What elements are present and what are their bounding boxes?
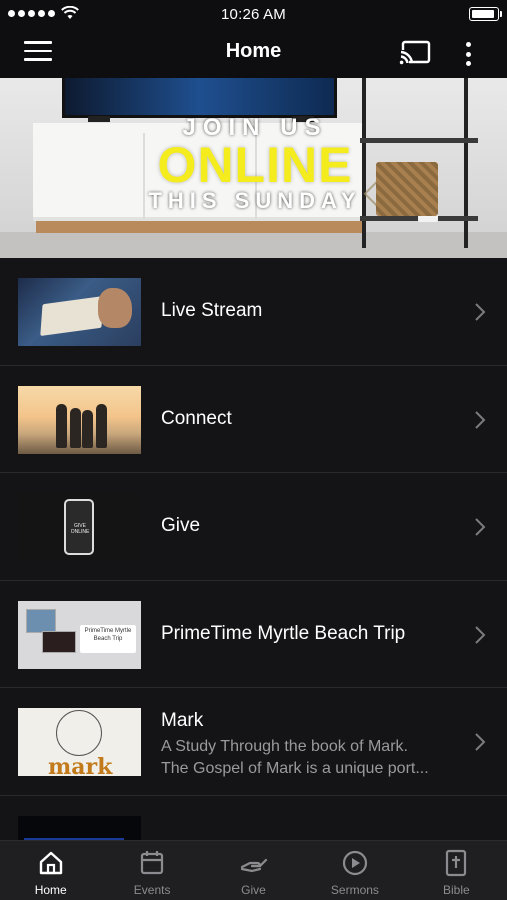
tab-label: Home [34, 883, 67, 897]
join-online-banner[interactable]: JOIN US ONLINE THIS SUNDAY [0, 78, 507, 258]
thumb-sign: PrimeTime Myrtle Beach Trip [80, 624, 136, 653]
bible-reading-thumbnail [18, 278, 141, 346]
bottom-tab-bar: Home Events Give Sermons Bible [0, 840, 507, 900]
tab-label: Events [133, 883, 171, 897]
navigation-bar: Home [0, 28, 507, 78]
bible-icon [446, 849, 467, 877]
signal-dots-icon [8, 9, 55, 17]
giving-hand-icon [240, 858, 267, 873]
chevron-right-icon [475, 518, 486, 536]
tab-home[interactable]: Home [0, 841, 101, 900]
list-item-mark[interactable]: mark Mark A Study Through the book of Ma… [0, 688, 507, 796]
thumb-caption: GIVE ONLINE [70, 523, 90, 535]
list-item-subtitle: A Study Through the book of Mark. The Go… [161, 736, 461, 780]
play-circle-icon [342, 850, 368, 876]
basket-image [376, 162, 438, 216]
status-time: 10:26 AM [221, 5, 286, 23]
subtitle-line-1: A Study Through the book of Mark. [161, 738, 408, 755]
tab-bible[interactable]: Bible [406, 841, 507, 900]
chevron-right-icon [475, 410, 486, 429]
list-item-title: Connect [161, 407, 232, 429]
banner-text: JOIN US ONLINE THIS SUNDAY [140, 114, 370, 214]
more-options-button[interactable] [460, 40, 476, 68]
thumb-word: mark [48, 754, 113, 776]
list-item-partial[interactable] [0, 796, 507, 840]
banner-line-online: ONLINE [157, 137, 353, 193]
tab-label: Bible [442, 883, 470, 897]
subtitle-line-2: The Gospel of Mark is a unique port... [161, 760, 429, 777]
banner-line-sunday: THIS SUNDAY [148, 188, 362, 213]
chevron-right-icon [475, 625, 486, 644]
list-item-live-stream[interactable]: Live Stream [0, 258, 507, 366]
list-item-primetime-trip[interactable]: PrimeTime Myrtle Beach Trip PrimeTime My… [0, 581, 507, 688]
tv-image [62, 78, 337, 118]
chevron-right-icon [475, 303, 486, 321]
battery-icon [469, 7, 502, 21]
tab-give[interactable]: Give [203, 841, 304, 900]
home-content-list: Live Stream Connect GIVE ONLINE Give Pri… [0, 258, 507, 840]
tab-label: Sermons [330, 883, 379, 897]
status-bar: 10:26 AM [0, 0, 507, 28]
tab-label: Give [241, 883, 266, 897]
calendar-icon [141, 851, 164, 875]
wifi-icon [61, 6, 79, 19]
list-item-title: Give [161, 515, 201, 536]
friends-sunset-thumbnail [18, 385, 141, 454]
signal-indicator [8, 6, 79, 20]
cast-icon[interactable] [399, 40, 431, 66]
next-item-thumbnail [18, 815, 141, 840]
chevron-right-icon [475, 733, 486, 751]
list-item-title: Live Stream [161, 300, 263, 321]
tab-events[interactable]: Events [101, 841, 202, 900]
trip-collage-thumbnail: PrimeTime Myrtle Beach Trip [18, 600, 141, 669]
list-item-give[interactable]: GIVE ONLINE Give [0, 473, 507, 581]
mark-series-thumbnail: mark [18, 708, 141, 776]
list-item-connect[interactable]: Connect [0, 366, 507, 473]
list-item-title: Mark [161, 710, 204, 731]
home-icon [39, 851, 62, 875]
tab-sermons[interactable]: Sermons [304, 841, 405, 900]
list-item-title: PrimeTime Myrtle Beach Trip [161, 622, 406, 644]
give-online-phone-thumbnail: GIVE ONLINE [18, 493, 141, 561]
